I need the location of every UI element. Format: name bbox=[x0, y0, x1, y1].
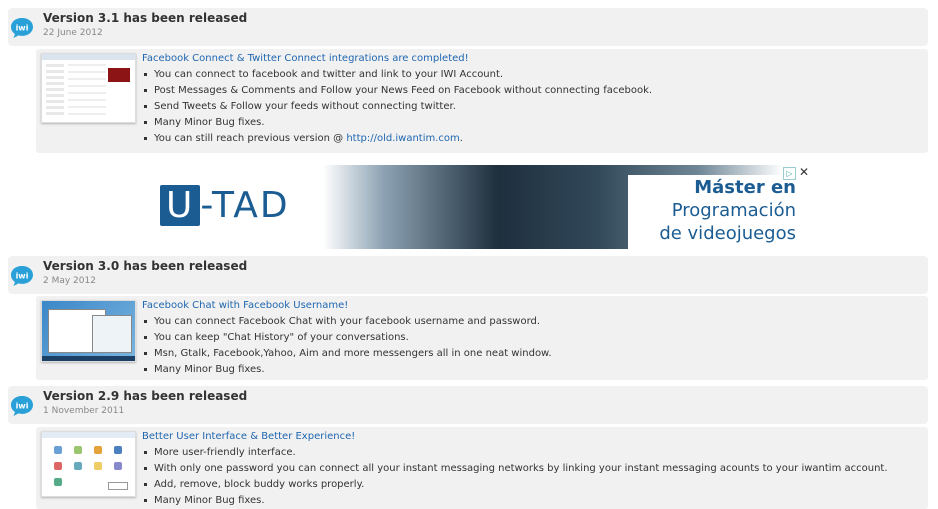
bullet-item: You can connect to facebook and twitter … bbox=[142, 67, 652, 83]
release-body: Better User Interface & Better Experienc… bbox=[36, 427, 928, 509]
ad-brand-logo: U -TAD bbox=[160, 185, 290, 226]
ad-line-3: de videojuegos bbox=[659, 223, 796, 244]
bullet-item: Add, remove, block buddy works properly. bbox=[142, 477, 888, 493]
release-title: Version 3.0 has been released bbox=[43, 259, 248, 273]
release-title: Version 3.1 has been released bbox=[43, 11, 248, 25]
release-title: Version 2.9 has been released bbox=[43, 389, 248, 403]
ad-text-panel: Máster en Programación de videojuegos bbox=[628, 175, 810, 249]
bullet-item: Many Minor Bug fixes. bbox=[142, 115, 652, 131]
iwi-logo-icon: iwi bbox=[11, 396, 33, 416]
old-version-text: You can still reach previous version @ bbox=[154, 133, 347, 144]
release-date: 22 June 2012 bbox=[43, 28, 103, 38]
bullet-item: Send Tweets & Follow your feeds without … bbox=[142, 99, 652, 115]
ad-close-icon[interactable]: ✕ bbox=[798, 166, 810, 178]
release-date: 2 May 2012 bbox=[43, 276, 96, 286]
release-body: Facebook Connect & Twitter Connect integ… bbox=[36, 49, 928, 153]
adchoices-icon[interactable]: ▷ bbox=[783, 167, 796, 180]
bullet-item: More user-friendly interface. bbox=[142, 445, 888, 461]
old-version-suffix: . bbox=[459, 133, 463, 144]
bullet-item: Post Messages & Comments and Follow your… bbox=[142, 83, 652, 99]
release-header: iwi Version 3.1 has been released 22 Jun… bbox=[8, 8, 928, 46]
bullet-item: With only one password you can connect a… bbox=[142, 461, 888, 477]
iwi-logo-icon: iwi bbox=[11, 266, 33, 286]
bullet-item: You can connect Facebook Chat with your … bbox=[142, 314, 552, 330]
release-screenshot-thumbnail[interactable] bbox=[41, 431, 136, 497]
ad-line-2: Programación bbox=[671, 200, 796, 221]
release-screenshot-thumbnail[interactable] bbox=[41, 53, 136, 123]
ad-banner[interactable]: U -TAD Máster en Programación de videojue… bbox=[148, 165, 812, 249]
release-date: 1 November 2011 bbox=[43, 406, 125, 416]
iwi-logo-icon: iwi bbox=[11, 18, 33, 38]
release-body: Facebook Chat with Facebook Username! Yo… bbox=[36, 296, 928, 380]
svg-text:iwi: iwi bbox=[16, 402, 29, 411]
bullet-item: Msn, Gtalk, Facebook,Yahoo, Aim and more… bbox=[142, 346, 552, 362]
old-version-link[interactable]: http://old.iwantim.com bbox=[346, 133, 459, 144]
release-headline: Facebook Connect & Twitter Connect integ… bbox=[142, 53, 469, 64]
bullet-item: Many Minor Bug fixes. bbox=[142, 493, 888, 509]
release-bullets: More user-friendly interface. With only … bbox=[142, 445, 888, 509]
ad-line-1: Máster en bbox=[694, 177, 796, 198]
bullet-item: You can keep "Chat History" of your conv… bbox=[142, 330, 552, 346]
release-headline: Better User Interface & Better Experienc… bbox=[142, 431, 356, 442]
release-bullets: You can connect Facebook Chat with your … bbox=[142, 314, 552, 378]
bullet-item: Many Minor Bug fixes. bbox=[142, 362, 552, 378]
release-screenshot-thumbnail[interactable] bbox=[41, 300, 136, 362]
release-header: iwi Version 2.9 has been released 1 Nove… bbox=[8, 386, 928, 424]
release-bullets: You can connect to facebook and twitter … bbox=[142, 67, 652, 147]
svg-text:iwi: iwi bbox=[16, 272, 29, 281]
release-header: iwi Version 3.0 has been released 2 May … bbox=[8, 256, 928, 294]
release-headline: Facebook Chat with Facebook Username! bbox=[142, 300, 349, 311]
bullet-item-old-version: You can still reach previous version @ h… bbox=[142, 131, 652, 147]
svg-text:iwi: iwi bbox=[16, 24, 29, 33]
